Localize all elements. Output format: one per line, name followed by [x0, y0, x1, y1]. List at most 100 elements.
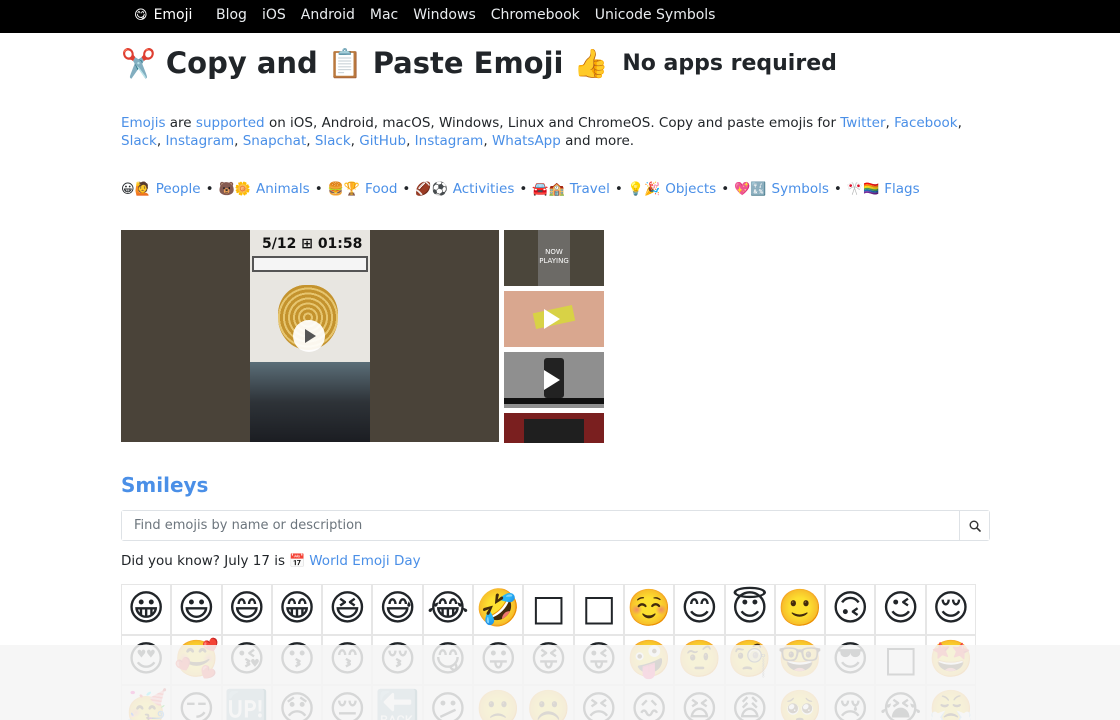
category-links: 😀🙋 People • 🐻🌼 Animals • 🍔🏆 Food • 🏈⚽ Activitie…	[121, 181, 920, 197]
emoji-tile[interactable]: 🙃	[825, 584, 876, 635]
emoji-tile[interactable]: 😉	[875, 584, 926, 635]
link-supported[interactable]: supported	[196, 115, 265, 131]
play-button[interactable]	[293, 320, 325, 352]
intro-text-more: and more.	[565, 133, 635, 149]
emoji-tile[interactable]: □	[573, 584, 624, 635]
category-travel-label[interactable]: Travel	[570, 181, 610, 197]
category-food-label[interactable]: Food	[365, 181, 397, 197]
did-you-know: Did you know? July 17 is 📅 World Emoji D…	[121, 553, 421, 569]
intro-paragraph: Emojis are supported on iOS, Android, ma…	[121, 115, 962, 149]
calendar-icon: 📅	[289, 553, 306, 569]
emoji-tile[interactable]: 😃	[171, 584, 222, 635]
emoji-tile[interactable]: 🤣	[473, 584, 524, 635]
nav-link-android[interactable]: Android	[301, 7, 355, 23]
travel-icon: 🚘🏫	[532, 181, 565, 197]
category-food[interactable]: 🍔🏆 Food	[328, 181, 398, 197]
activities-icon: 🏈⚽	[415, 181, 448, 197]
emoji-tile[interactable]: 😂	[422, 584, 474, 635]
emoji-search	[121, 510, 990, 541]
separator-dot: •	[721, 181, 730, 197]
nav-link-unicode-symbols[interactable]: Unicode Symbols	[595, 7, 716, 23]
playlist-item-now-playing[interactable]: NOW PLAYING	[504, 230, 604, 286]
now-playing-label: NOW PLAYING	[539, 248, 569, 265]
link-snapchat[interactable]: Snapchat	[243, 133, 307, 149]
link-twitter[interactable]: Twitter	[840, 115, 885, 131]
emoji-tile[interactable]: 😌	[925, 584, 976, 635]
emoji-tile[interactable]: 😆	[322, 584, 373, 635]
link-instagram-2[interactable]: Instagram	[415, 133, 484, 149]
emoji-tile[interactable]: 😀	[121, 584, 172, 635]
category-objects-label[interactable]: Objects	[665, 181, 716, 197]
separator-dot: •	[614, 181, 623, 197]
link-facebook[interactable]: Facebook	[894, 115, 957, 131]
video-playlist: NOW PLAYING	[504, 230, 604, 448]
emoji-tile[interactable]: 😁	[271, 584, 323, 635]
search-input[interactable]	[122, 511, 959, 540]
separator-dot: •	[314, 181, 323, 197]
emoji-tile[interactable]: ☺️	[623, 584, 675, 635]
category-people-label[interactable]: People	[156, 181, 201, 197]
nav-link-chromebook[interactable]: Chromebook	[491, 7, 580, 23]
playlist-item[interactable]	[504, 413, 604, 443]
link-github[interactable]: GitHub	[359, 133, 406, 149]
brand-emoji-icon: 😋	[134, 7, 148, 23]
title-tagline: No apps required	[622, 50, 837, 76]
link-emojis[interactable]: Emojis	[121, 115, 165, 131]
emoji-tile[interactable]: 😊	[674, 584, 725, 635]
clipboard-icon: 📋	[327, 46, 363, 80]
nav-links: Blog iOS Android Mac Windows Chromebook …	[216, 7, 715, 23]
flags-icon: 🎌🏳️‍🌈	[846, 181, 880, 197]
emoji-tile[interactable]: 😅	[372, 584, 423, 635]
search-button[interactable]	[959, 511, 989, 540]
world-emoji-day-link[interactable]: World Emoji Day	[309, 553, 420, 569]
category-symbols-label[interactable]: Symbols	[772, 181, 829, 197]
separator-dot: •	[519, 181, 528, 197]
nav-link-mac[interactable]: Mac	[370, 7, 398, 23]
emoji-tile[interactable]: □	[523, 584, 574, 635]
separator-dot: •	[833, 181, 842, 197]
video-player[interactable]: 5/12 ⊞ 01:58	[121, 230, 499, 442]
emoji-tile[interactable]: 😇	[724, 584, 775, 635]
nav-link-windows[interactable]: Windows	[413, 7, 476, 23]
section-title-smileys[interactable]: Smileys	[121, 473, 208, 497]
category-symbols[interactable]: 💖🔣 Symbols	[734, 181, 829, 197]
category-activities[interactable]: 🏈⚽ Activities	[415, 181, 514, 197]
scissors-icon: ✂️	[121, 46, 156, 80]
category-flags[interactable]: 🎌🏳️‍🌈 Flags	[847, 181, 920, 197]
category-travel[interactable]: 🚘🏫 Travel	[532, 181, 610, 197]
intro-text-platforms: on iOS, Android, macOS, Windows, Linux a…	[268, 115, 836, 131]
nav-link-blog[interactable]: Blog	[216, 7, 247, 23]
emoji-tile[interactable]: 🙂	[774, 584, 826, 635]
did-you-know-text: Did you know? July 17 is	[121, 553, 286, 569]
top-navbar: 😋 Emoji Blog iOS Android Mac Windows Chr…	[0, 0, 1120, 33]
objects-icon: 💡🎉	[627, 181, 661, 197]
video-time-text: 5/12 ⊞ 01:58	[262, 236, 363, 252]
category-people[interactable]: 😀🙋 People	[121, 181, 201, 197]
category-objects[interactable]: 💡🎉 Objects	[628, 181, 716, 197]
nav-link-ios[interactable]: iOS	[262, 7, 286, 23]
category-animals[interactable]: 🐻🌼 Animals	[219, 181, 310, 197]
category-activities-label[interactable]: Activities	[453, 181, 515, 197]
food-icon: 🍔🏆	[327, 181, 361, 197]
brand-link[interactable]: 😋 Emoji	[134, 7, 192, 23]
page-title: ✂️ Copy and 📋 Paste Emoji 👍 No apps requ…	[121, 46, 837, 80]
link-slack-2[interactable]: Slack	[315, 133, 351, 149]
separator-dot: •	[205, 181, 214, 197]
people-icon: 😀🙋	[121, 181, 151, 197]
emoji-tile[interactable]: 😄	[221, 584, 272, 635]
playlist-item[interactable]	[504, 352, 604, 408]
link-whatsapp[interactable]: WhatsApp	[492, 133, 561, 149]
fade-overlay	[0, 645, 1120, 720]
intro-text-are: are	[169, 115, 192, 131]
brand-label: Emoji	[153, 7, 193, 23]
category-animals-label[interactable]: Animals	[256, 181, 310, 197]
playlist-item[interactable]	[504, 291, 604, 347]
separator-dot: •	[402, 181, 411, 197]
link-instagram[interactable]: Instagram	[165, 133, 234, 149]
symbols-icon: 💖🔣	[734, 181, 767, 197]
thumbnail-caption-graphic	[504, 398, 604, 404]
play-icon	[544, 370, 560, 390]
play-icon	[305, 329, 316, 343]
link-slack[interactable]: Slack	[121, 133, 157, 149]
category-flags-label[interactable]: Flags	[884, 181, 919, 197]
